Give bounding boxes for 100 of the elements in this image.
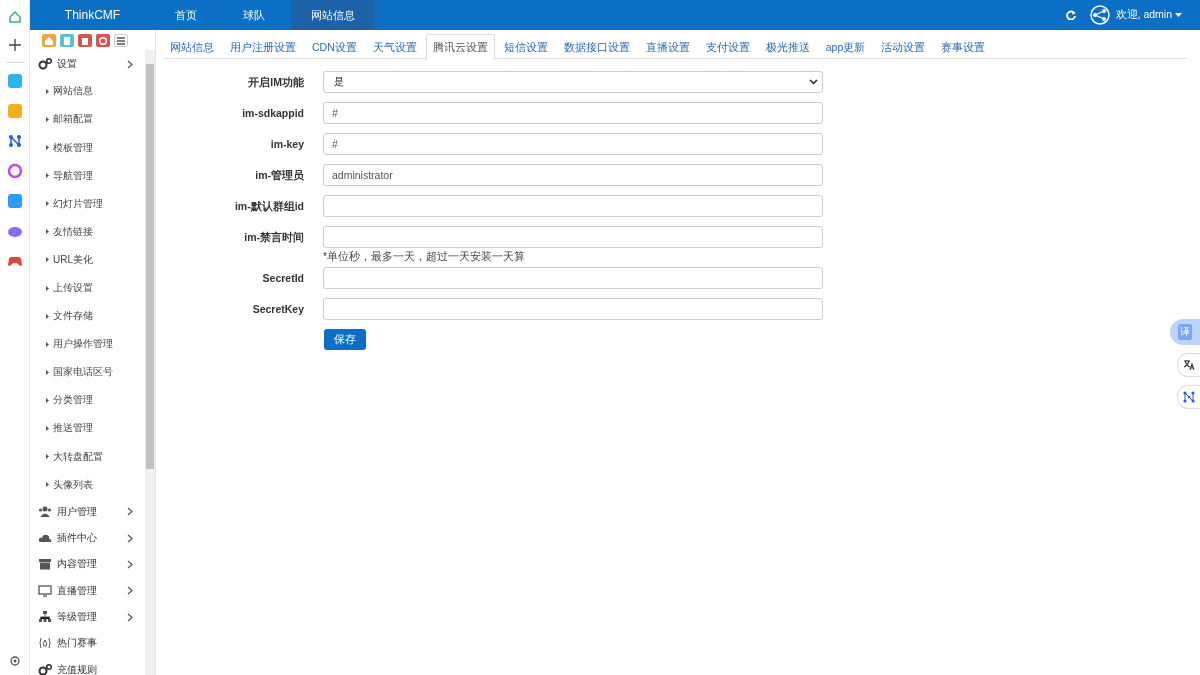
- tab[interactable]: 网站信息: [163, 34, 221, 58]
- menu-item[interactable]: 幻灯片管理: [30, 189, 145, 218]
- translate-icon: [1183, 359, 1195, 371]
- gears-icon: [38, 57, 52, 72]
- chevron-icon: [127, 612, 133, 622]
- tab[interactable]: app更新: [818, 34, 873, 58]
- nav-link[interactable]: 网站信息: [291, 0, 375, 30]
- save-button[interactable]: 保存: [324, 329, 366, 350]
- caret-icon: [1175, 12, 1182, 18]
- gears-icon: [38, 662, 52, 675]
- field-label: im-key: [269, 137, 305, 152]
- tab[interactable]: 极光推送: [758, 34, 817, 58]
- menu-item[interactable]: 内容管理: [30, 551, 145, 578]
- triangle-icon: [46, 341, 49, 347]
- scrollbar[interactable]: [145, 50, 155, 675]
- menu-item[interactable]: 邮箱配置: [30, 105, 145, 134]
- app-icon[interactable]: [6, 193, 23, 209]
- toolbar-button[interactable]: [60, 34, 74, 47]
- file-icon: [62, 35, 72, 46]
- menu-item[interactable]: 友情链接: [30, 217, 145, 246]
- menu-item[interactable]: 直播管理: [30, 577, 145, 604]
- input-field[interactable]: [323, 298, 823, 320]
- refresh-icon[interactable]: [1065, 10, 1076, 20]
- tab[interactable]: 用户注册设置: [223, 34, 303, 58]
- app-icon[interactable]: [6, 133, 23, 149]
- menu-item[interactable]: 导航管理: [30, 161, 145, 190]
- menu-item[interactable]: 网站信息: [30, 77, 145, 106]
- tab[interactable]: 赛事设置: [934, 34, 993, 58]
- floating-button[interactable]: [1177, 385, 1200, 409]
- trash-icon: [80, 35, 90, 46]
- toolbar-button[interactable]: [96, 34, 110, 47]
- input-field[interactable]: [323, 195, 823, 217]
- chevron-icon: [127, 586, 133, 596]
- tab[interactable]: 短信设置: [496, 34, 555, 58]
- menu-item[interactable]: 文件存储: [30, 302, 145, 331]
- settings-icon[interactable]: [8, 655, 21, 667]
- ring-icon: [98, 35, 108, 46]
- menu-item[interactable]: 大转盘配置: [30, 442, 145, 471]
- menu-item[interactable]: 热门赛事: [30, 630, 145, 657]
- help-text: *单位秒，最多一天，超过一天安装一天算: [323, 250, 527, 264]
- tab[interactable]: 数据接口设置: [556, 34, 637, 58]
- menu-item[interactable]: 推送管理: [30, 414, 145, 443]
- menu-item[interactable]: 设置: [30, 51, 145, 78]
- toolbar-button[interactable]: [42, 34, 56, 47]
- triangle-icon: [46, 88, 49, 94]
- field-label: im-sdkappid: [241, 106, 305, 121]
- tab[interactable]: 活动设置: [874, 34, 933, 58]
- plus-icon[interactable]: [7, 38, 22, 52]
- menu-item[interactable]: 分类管理: [30, 386, 145, 415]
- tab[interactable]: 直播设置: [638, 34, 697, 58]
- chevron-icon: [127, 507, 133, 517]
- chevron-down-icon: [809, 79, 818, 85]
- field-label: im-禁言时间: [243, 230, 305, 245]
- archive-icon: [38, 557, 52, 572]
- triangle-icon: [46, 201, 49, 207]
- tab[interactable]: 支付设置: [698, 34, 757, 58]
- triangle-icon: [46, 369, 49, 375]
- menu-item[interactable]: 国家电话区号: [30, 358, 145, 387]
- field-label: SecretKey: [251, 302, 305, 317]
- menu-item[interactable]: URL美化: [30, 245, 145, 274]
- home-icon[interactable]: [7, 10, 22, 24]
- menu-item[interactable]: 头像列表: [30, 470, 145, 499]
- chevron-icon: [127, 59, 133, 69]
- brand-name: ThinkCMF: [63, 8, 122, 22]
- triangle-icon: [46, 116, 49, 122]
- triangle-icon: [46, 145, 49, 151]
- user-menu[interactable]: 欢迎, admin: [1115, 8, 1182, 22]
- field-label: im-管理员: [254, 168, 305, 183]
- input-field[interactable]: administrator: [323, 164, 823, 186]
- input-field[interactable]: [323, 267, 823, 289]
- tab[interactable]: 天气设置: [365, 34, 424, 58]
- field-label: SecretId: [261, 271, 305, 286]
- chevron-icon: [127, 559, 133, 569]
- nav-link[interactable]: 首页: [155, 0, 217, 30]
- share-icon: [1089, 5, 1110, 25]
- input-field[interactable]: [323, 226, 823, 248]
- triangle-icon: [46, 229, 49, 235]
- menu-item[interactable]: 插件中心: [30, 525, 145, 552]
- menu-item[interactable]: 上传设置: [30, 273, 145, 303]
- app-icon[interactable]: [6, 163, 23, 179]
- chevron-icon: [127, 533, 133, 543]
- menu-item[interactable]: 模板管理: [30, 133, 145, 162]
- input-field[interactable]: #: [323, 133, 823, 155]
- floating-button[interactable]: [1177, 353, 1200, 377]
- select-field[interactable]: 是: [323, 71, 823, 93]
- tab[interactable]: 腾讯云设置: [425, 34, 495, 60]
- monitor-icon: [38, 583, 52, 598]
- toolbar-button[interactable]: [78, 34, 92, 47]
- triangle-icon: [46, 285, 49, 291]
- menu-item[interactable]: 用户管理: [30, 498, 145, 525]
- tab[interactable]: CDN设置: [305, 34, 364, 58]
- triangle-icon: [46, 454, 49, 460]
- triangle-icon: [46, 313, 49, 319]
- toolbar-button[interactable]: [114, 34, 128, 47]
- input-field[interactable]: #: [323, 102, 823, 124]
- menu-item[interactable]: 等级管理: [30, 603, 145, 631]
- triangle-icon: [46, 173, 49, 179]
- nav-link[interactable]: 球队: [223, 0, 285, 30]
- menu-item[interactable]: 充值规则: [30, 656, 145, 675]
- menu-item[interactable]: 用户操作管理: [30, 330, 145, 359]
